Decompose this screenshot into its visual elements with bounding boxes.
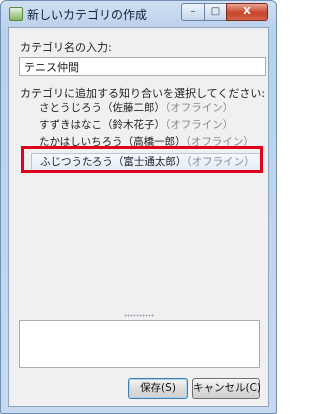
- contact-name: さとうじろう（佐藤二郎）: [39, 102, 165, 114]
- splitter-grip[interactable]: [124, 314, 154, 317]
- contact-name: すずきはなこ（鈴木花子）: [39, 119, 165, 131]
- contacts-label: カテゴリに追加する知り合いを選択してください:: [20, 87, 266, 100]
- cancel-button[interactable]: キャンセル(C): [192, 378, 261, 399]
- category-name-label: カテゴリ名の入力:: [20, 41, 112, 54]
- dialog-window: 新しいカテゴリの作成 – □ X カテゴリ名の入力: カテゴリに追加する知り合い…: [0, 0, 277, 414]
- window-title: 新しいカテゴリの作成: [27, 8, 148, 22]
- app-icon: [9, 7, 23, 21]
- dialog-body: カテゴリ名の入力: カテゴリに追加する知り合いを選択してください: さとうじろう…: [8, 27, 269, 407]
- contact-item[interactable]: すずきはなこ（鈴木花子）（オフライン）: [31, 117, 261, 134]
- details-pane[interactable]: [19, 320, 260, 368]
- minimize-button[interactable]: –: [181, 3, 205, 21]
- save-button[interactable]: 保存(S): [128, 378, 188, 399]
- title-bar[interactable]: 新しいカテゴリの作成 – □ X: [1, 1, 276, 27]
- category-name-input[interactable]: [19, 57, 266, 76]
- contact-status: （オフライン）: [165, 119, 234, 131]
- close-button[interactable]: X: [226, 3, 268, 21]
- maximize-button[interactable]: □: [204, 3, 227, 21]
- contact-item[interactable]: さとうじろう（佐藤二郎）（オフライン）: [31, 100, 261, 117]
- highlight-box: [21, 146, 263, 173]
- contact-status: （オフライン）: [165, 102, 234, 114]
